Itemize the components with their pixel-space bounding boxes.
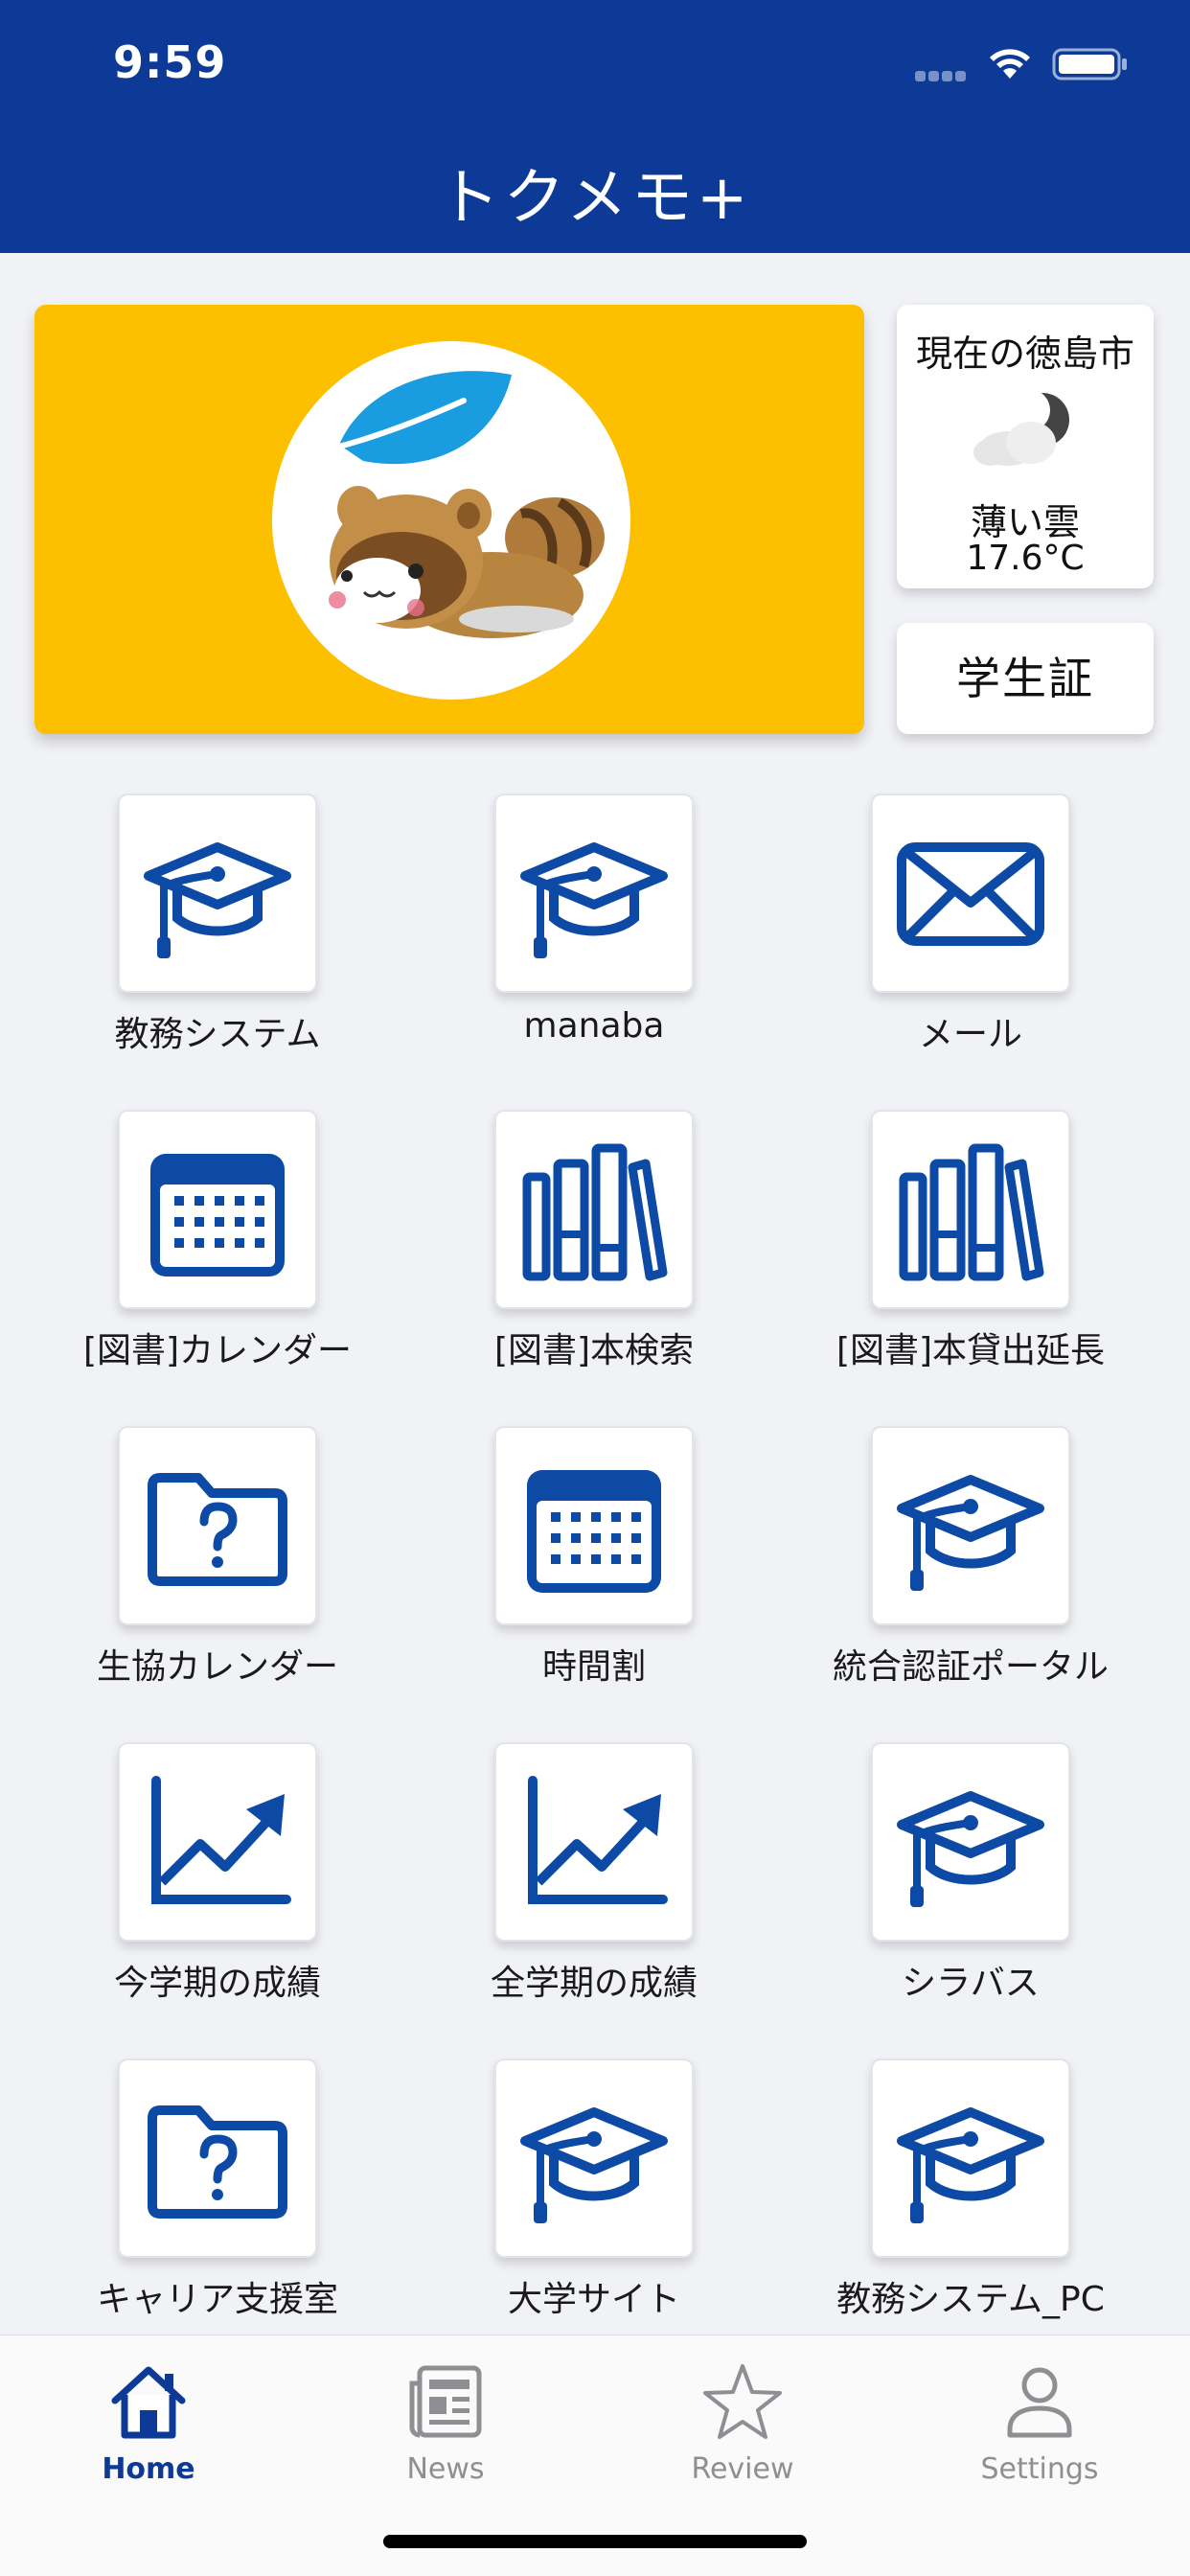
shortcut-tile[interactable]: manaba [410, 794, 755, 1071]
shortcut-label: メール [918, 1015, 1022, 1054]
weather-description: 薄い雲 [970, 501, 1080, 543]
shortcut-label: [図書]本貸出延長 [835, 1331, 1106, 1370]
graduation-cap-icon [897, 1475, 1044, 1591]
home-indicator [383, 2535, 807, 2548]
books-icon [899, 1143, 1044, 1281]
tab-review[interactable]: Review [594, 2349, 891, 2493]
books-icon [522, 1143, 668, 1281]
shortcut-tile[interactable]: [図書]カレンダー [34, 1110, 378, 1388]
battery-icon [1052, 48, 1127, 80]
tab-news[interactable]: News [297, 2349, 594, 2493]
chart-up-icon [528, 1776, 668, 1904]
mascot-banner[interactable] [34, 305, 864, 734]
star-icon [703, 2364, 782, 2439]
shortcut-icon-box[interactable] [871, 794, 1070, 993]
person-icon [1007, 2367, 1072, 2438]
shortcut-tile[interactable]: 教務システム_PC [787, 2058, 1132, 2336]
shortcut-tile[interactable]: [図書]本検索 [410, 1110, 755, 1388]
tab-settings[interactable]: Settings [891, 2349, 1188, 2493]
calendar-icon [150, 1154, 285, 1276]
shortcut-tile[interactable]: メール [787, 794, 1132, 1071]
envelope-icon [897, 842, 1044, 946]
shortcut-tile[interactable]: シラバス [787, 1742, 1132, 2020]
folder-question-icon [148, 2105, 287, 2219]
tab-home[interactable]: Home [0, 2349, 297, 2493]
weather-card: 現在の徳島市 薄い雲 17.6°C [897, 305, 1154, 588]
shortcut-icon-box[interactable] [871, 1426, 1070, 1625]
shortcut-tile[interactable]: 全学期の成績 [410, 1742, 755, 2020]
wifi-icon [990, 49, 1030, 79]
home-screen: 9:59 トクメモ+ 現在の徳島市 薄い雲 17.6°C 学生証 教務システム … [0, 0, 1190, 2576]
shortcut-label: シラバス [902, 1964, 1040, 2003]
calendar-icon [527, 1470, 661, 1593]
header: 9:59 トクメモ+ [0, 0, 1190, 253]
shortcut-icon-box[interactable] [118, 1426, 317, 1625]
graduation-cap-icon [897, 1791, 1044, 1907]
graduation-cap-icon [897, 2107, 1044, 2223]
weather-city: 現在の徳島市 [915, 333, 1134, 375]
shortcut-tile[interactable]: [図書]本貸出延長 [787, 1110, 1132, 1388]
student-id-button[interactable]: 学生証 [897, 623, 1154, 734]
tab-settings-label: Settings [980, 2452, 1099, 2486]
graduation-cap-icon [520, 2107, 668, 2223]
graduation-cap-icon [144, 842, 291, 958]
shortcut-icon-box[interactable] [494, 1426, 694, 1625]
app-title: トクメモ+ [438, 163, 752, 234]
shortcut-icon-box[interactable] [871, 1742, 1070, 1942]
shortcut-icon-box[interactable] [494, 794, 694, 993]
status-time: 9:59 [113, 36, 227, 88]
tab-home-label: Home [102, 2452, 195, 2486]
mascot-logo [272, 341, 630, 700]
shortcut-icon-box[interactable] [494, 2058, 694, 2258]
tab-news-label: News [406, 2452, 485, 2486]
shortcut-tile[interactable]: 大学サイト [410, 2058, 755, 2336]
partly-cloudy-night-icon [973, 389, 1069, 466]
cellular-signal-icon [915, 67, 971, 81]
home-icon [111, 2366, 186, 2439]
shortcut-icon-box[interactable] [118, 1742, 317, 1942]
shortcut-icon-box[interactable] [118, 1110, 317, 1309]
shortcut-icon-box[interactable] [871, 1110, 1070, 1309]
shortcut-tile[interactable]: 今学期の成績 [34, 1742, 378, 2020]
shortcut-label: 教務システム_PC [836, 2280, 1105, 2319]
shortcut-icon-box[interactable] [871, 2058, 1070, 2258]
weather-temperature: 17.6°C [966, 539, 1085, 578]
graduation-cap-icon [520, 842, 668, 958]
tab-review-label: Review [691, 2452, 794, 2486]
chart-up-icon [151, 1776, 291, 1904]
shortcut-tile[interactable]: 生協カレンダー [34, 1426, 378, 1704]
shortcut-label: 統合認証ポータル [832, 1647, 1109, 1687]
shortcut-icon-box[interactable] [118, 794, 317, 993]
shortcut-tile[interactable]: キャリア支援室 [34, 2058, 378, 2336]
shortcut-icon-box[interactable] [118, 2058, 317, 2258]
shortcut-tile[interactable]: 教務システム [34, 794, 378, 1071]
shortcut-icon-box[interactable] [494, 1742, 694, 1942]
shortcut-tile[interactable]: 統合認証ポータル [787, 1426, 1132, 1704]
shortcut-tile[interactable]: 時間割 [410, 1426, 755, 1704]
newspaper-icon [409, 2365, 482, 2438]
tanuki-mascot-icon [329, 371, 605, 638]
folder-question-icon [148, 1473, 287, 1586]
shortcut-icon-box[interactable] [494, 1110, 694, 1309]
